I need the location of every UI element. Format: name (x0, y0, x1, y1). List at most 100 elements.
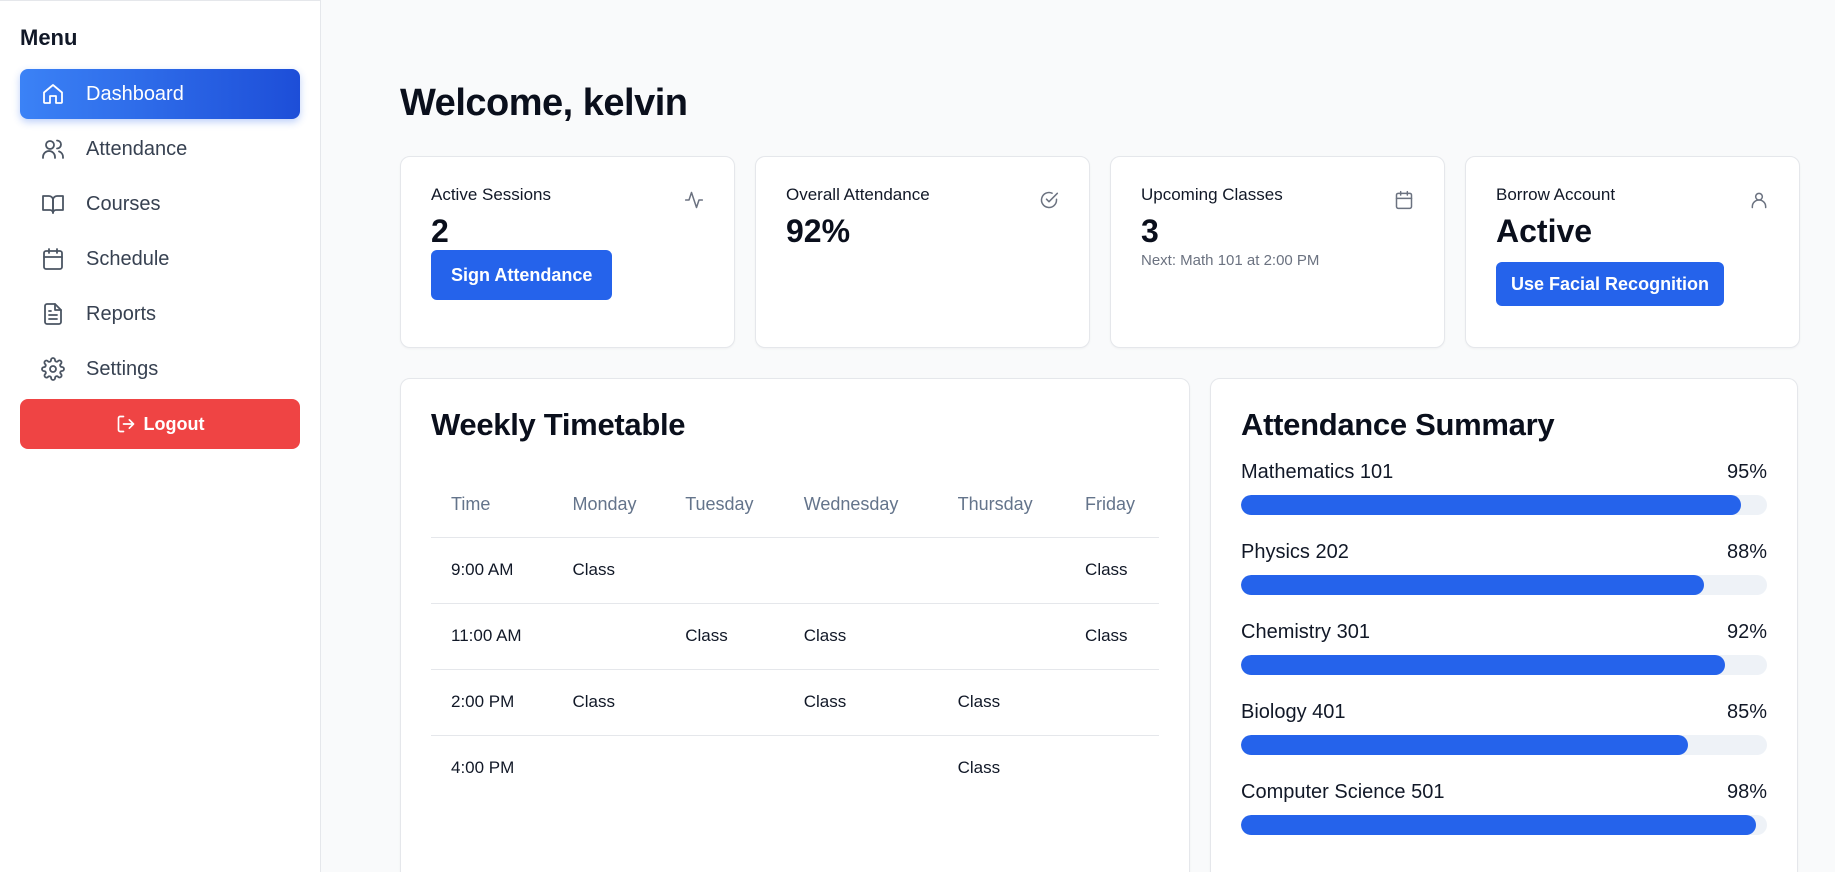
logout-icon (116, 414, 144, 434)
table-cell: Class (552, 669, 666, 736)
summary-title: Attendance Summary (1241, 407, 1555, 442)
list-item: Chemistry 301 92% (1241, 617, 1767, 675)
column-header: Friday (1065, 473, 1159, 538)
next-class-text: Next: Math 101 at 2:00 PM (1141, 252, 1320, 269)
sign-attendance-button[interactable]: Sign Attendance (431, 250, 613, 300)
table-header-row: Time Monday Tuesday Wednesday Thursday F… (431, 473, 1159, 538)
subject-name: Physics 202 (1241, 540, 1349, 563)
users-icon (40, 136, 66, 162)
sidebar-item-settings[interactable]: Settings (20, 344, 300, 394)
table-cell: Class (957, 758, 1001, 778)
table-cell: 2:00 PM (431, 669, 553, 736)
table-row: 2:00 PM Class Class Class (431, 669, 1159, 736)
table-cell (665, 669, 784, 736)
table-cell: 11:00 AM (431, 603, 553, 670)
progress-fill (1241, 735, 1689, 755)
subject-name: Biology 401 (1241, 700, 1346, 723)
gear-icon (40, 356, 66, 382)
stat-card-overall-attendance: Overall Attendance 92% (755, 156, 1090, 348)
timetable-title: Weekly Timetable (431, 407, 686, 442)
column-header: Wednesday (783, 473, 938, 538)
progress-track (1241, 815, 1767, 835)
sidebar-item-attendance[interactable]: Attendance (20, 124, 300, 174)
sidebar-item-dashboard[interactable]: Dashboard (20, 69, 300, 119)
table-cell (665, 537, 784, 604)
stat-value: 2 (431, 213, 449, 249)
table-cell: Class (1065, 537, 1159, 604)
page-title: Welcome, kelvin (400, 82, 688, 124)
progress-track (1241, 735, 1767, 755)
subject-percent: 88% (1726, 540, 1767, 563)
stat-value: 3 (1141, 213, 1159, 249)
list-item: Biology 401 85% (1241, 697, 1767, 755)
sidebar-item-label: Schedule (86, 247, 170, 270)
stat-value: Active (1496, 213, 1593, 249)
stat-card-active-sessions: Active Sessions 2 Sign Attendance (400, 156, 735, 348)
table-cell (552, 735, 665, 801)
table-cell: Class (937, 669, 1066, 736)
sidebar-item-label: Courses (86, 192, 161, 215)
table-cell (1065, 669, 1159, 736)
subject-percent: 95% (1726, 460, 1767, 483)
list-item: Computer Science 501 98% (1241, 777, 1767, 835)
progress-track (1241, 575, 1767, 595)
file-text-icon (40, 301, 66, 327)
column-header: Monday (552, 473, 666, 538)
timetable-panel: Weekly Timetable Time Monday Tuesday Wed… (400, 378, 1190, 872)
sidebar-item-reports[interactable]: Reports (20, 289, 300, 339)
progress-fill (1241, 655, 1725, 675)
column-header: Time (431, 473, 553, 538)
table-cell: Class (1065, 603, 1159, 670)
table-cell (784, 735, 938, 801)
sidebar-item-schedule[interactable]: Schedule (20, 234, 300, 284)
sidebar-item-courses[interactable]: Courses (20, 179, 300, 229)
table-cell: Class (783, 669, 938, 736)
sidebar-item-label: Dashboard (86, 82, 184, 105)
subject-percent: 85% (1726, 700, 1767, 723)
table-row: 4:00 PM Class (431, 735, 1159, 801)
stat-title: Overall Attendance (786, 185, 930, 204)
table-row: 11:00 AM Class Class Class (431, 603, 1159, 670)
user-icon (1749, 190, 1769, 210)
table-row: 9:00 AM Class Class (431, 537, 1159, 604)
stat-title: Upcoming Classes (1141, 185, 1283, 204)
table-cell (1065, 735, 1159, 801)
sidebar-item-label: Reports (86, 302, 157, 325)
calendar-icon (40, 246, 66, 272)
table-cell: Class (552, 537, 666, 604)
stat-title: Borrow Account (1496, 185, 1616, 204)
table-cell (665, 735, 784, 801)
sidebar: Menu Dashboard Attendance Courses Schedu… (0, 0, 321, 872)
table-cell: Class (665, 603, 784, 670)
table-cell (552, 603, 666, 670)
facial-recognition-button[interactable]: Use Facial Recognition (1496, 262, 1725, 306)
list-item: Mathematics 101 95% (1241, 457, 1767, 515)
logout-button[interactable]: Logout (20, 399, 300, 449)
stat-title: Active Sessions (431, 185, 551, 204)
progress-track (1241, 495, 1767, 515)
activity-icon (684, 190, 704, 210)
progress-fill (1241, 815, 1757, 835)
progress-track (1241, 655, 1767, 675)
stat-card-upcoming-classes: Upcoming Classes 3 Next: Math 101 at 2:0… (1110, 156, 1445, 348)
column-header: Thursday (937, 473, 1066, 538)
sidebar-item-label: Attendance (86, 137, 188, 160)
stat-value: 92% (786, 213, 851, 249)
home-icon (40, 81, 66, 107)
table-cell (937, 537, 1066, 604)
subject-percent: 98% (1726, 780, 1767, 803)
menu-title: Menu (20, 25, 78, 50)
attendance-summary-panel: Attendance Summary Mathematics 101 95% P… (1210, 378, 1798, 872)
subject-name: Mathematics 101 (1241, 460, 1394, 483)
table-cell: 9:00 AM (431, 537, 553, 604)
table-cell (783, 537, 938, 604)
sidebar-item-label: Settings (86, 357, 159, 380)
table-cell: 4:00 PM (451, 758, 515, 778)
subject-percent: 92% (1726, 620, 1767, 643)
table-cell: Class (783, 603, 938, 670)
stat-card-borrow-account: Borrow Account Active Use Facial Recogni… (1465, 156, 1800, 348)
list-item: Physics 202 88% (1241, 537, 1767, 595)
calendar-icon (1394, 190, 1414, 210)
table-cell (937, 603, 1066, 670)
subject-name: Computer Science 501 (1241, 780, 1445, 803)
